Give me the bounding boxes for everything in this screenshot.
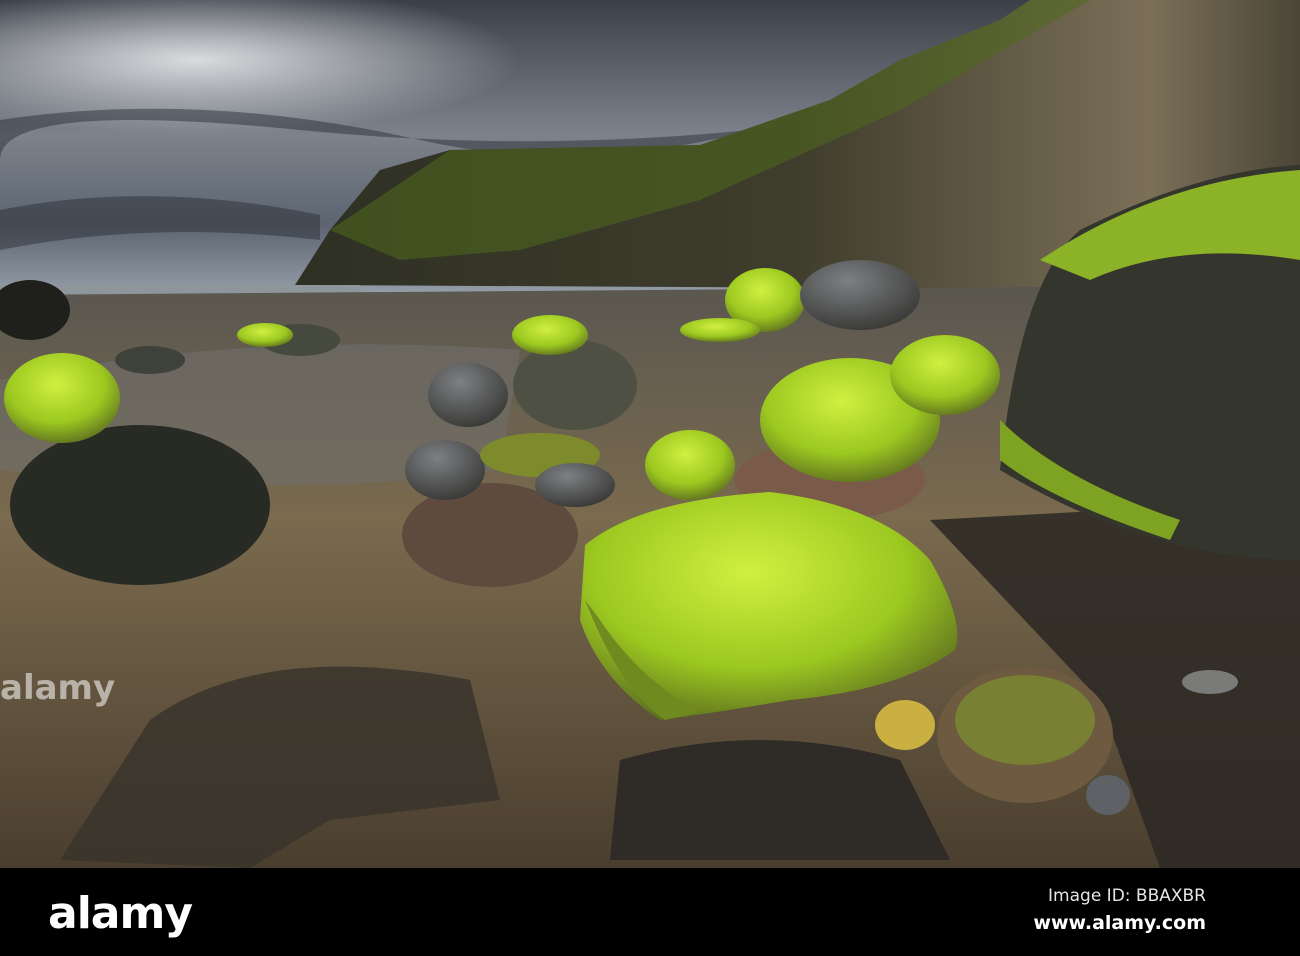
website-url: www.alamy.com [1033,912,1206,934]
stock-photo: alamy alamy Image ID: BBAXBR www.alamy.c… [0,0,1300,956]
watermark-text: alamy [0,668,116,708]
coastal-rocks-photo [0,0,1300,868]
watermark-bar: alamy Image ID: BBAXBR www.alamy.com [0,868,1300,956]
image-id: Image ID: BBAXBR [1048,886,1206,906]
alamy-logo: alamy [48,888,193,939]
